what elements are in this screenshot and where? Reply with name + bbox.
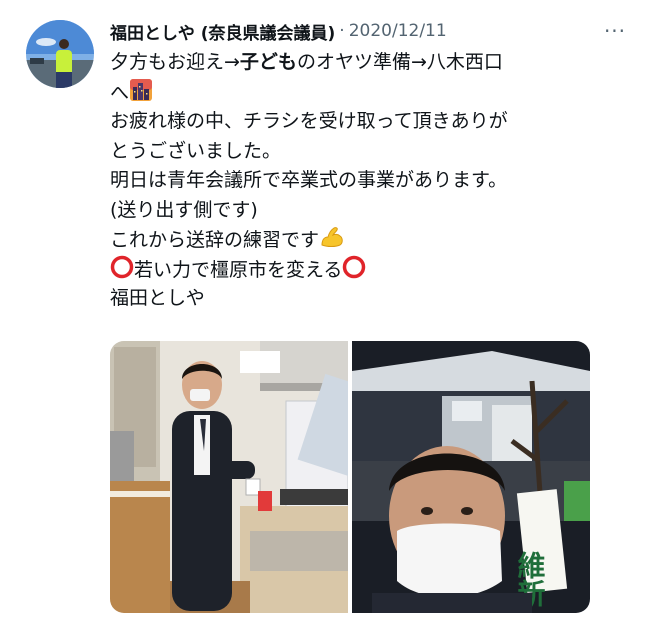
text-segment: のオヤツ準備→八木西口	[296, 51, 503, 73]
more-options-button[interactable]: ···	[600, 16, 630, 46]
text-segment: これから送辞の練習です	[110, 229, 320, 251]
tweet[interactable]: 福田としや (奈良県議会議員) · 2020/12/11 ··· 夕方もお迎え→…	[0, 0, 658, 624]
red-circle-emoji	[342, 255, 366, 289]
station-selfie-photo[interactable]: 維新	[352, 341, 590, 613]
header-separator: ·	[339, 21, 345, 41]
red-circle-emoji	[110, 255, 134, 289]
text-bold-segment: 子ども	[239, 51, 297, 73]
text-line-8: 若い力で橿原市を変える	[110, 255, 630, 285]
text-segment: 若い力で橿原市を変える	[134, 258, 343, 281]
text-line-9: 福田としや	[110, 287, 205, 309]
author-name[interactable]: 福田としや (奈良県議会議員)	[110, 19, 335, 44]
text-line-7: これから送辞の練習です	[110, 225, 630, 255]
tweet-header: 福田としや (奈良県議会議員) · 2020/12/11 ···	[110, 14, 630, 48]
tweet-date[interactable]: 2020/12/11	[349, 21, 447, 41]
tweet-text: 夕方もお迎え→子どものオヤツ準備→八木西口 へ お疲れ様の中、チラシを受け取って…	[110, 48, 630, 314]
text-line-5: 明日は青年会議所で卒業式の事業があります。	[110, 169, 508, 191]
text-line-2: へ	[110, 78, 630, 108]
media-grid: 維新	[110, 341, 590, 613]
text-line-3: お疲れ様の中、チラシを受け取って頂きありが	[110, 110, 508, 132]
kitchen-photo[interactable]	[110, 341, 348, 613]
night-city-emoji	[129, 78, 153, 112]
avatar[interactable]	[26, 20, 94, 88]
avatar-photo	[26, 20, 94, 88]
text-segment: へ	[110, 81, 130, 104]
text-line-4: とうございました。	[110, 139, 282, 162]
more-horizontal-icon: ···	[603, 19, 627, 43]
text-line-6: (送り出す側です)	[110, 198, 258, 221]
flexed-biceps-emoji	[319, 225, 345, 259]
text-segment: 夕方もお迎え→	[110, 51, 240, 73]
text-line-1: 夕方もお迎え→子どものオヤツ準備→八木西口	[110, 48, 630, 78]
